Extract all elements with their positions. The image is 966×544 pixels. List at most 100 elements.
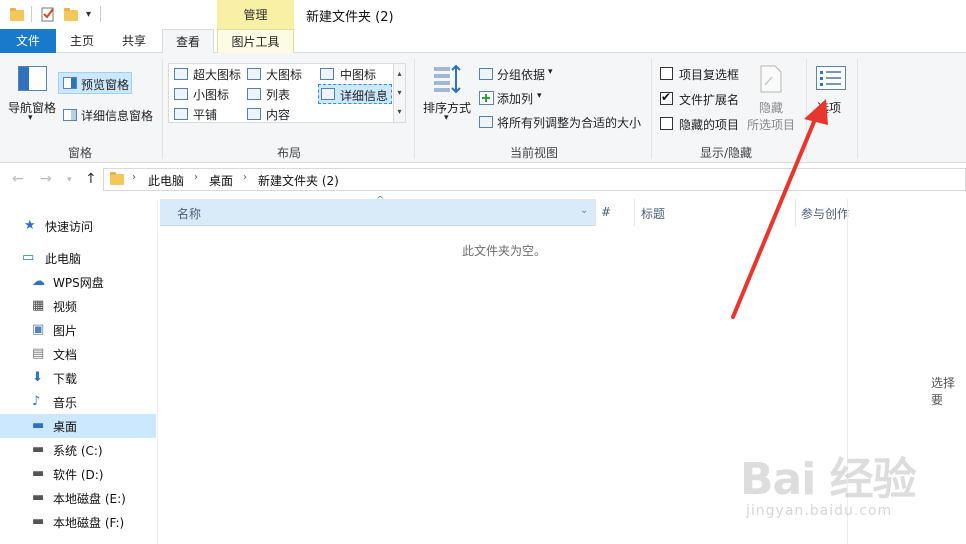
group-label-layout: 布局 xyxy=(277,146,302,160)
navigation-pane-button[interactable]: 导航窗格 ▾ xyxy=(4,61,56,133)
nav-item-label: 文档 xyxy=(53,348,78,362)
chevron-down-icon: ▾ xyxy=(537,91,542,101)
chevron-down-icon: ▾ xyxy=(28,113,33,123)
layout-large-label: 大图标 xyxy=(266,68,303,82)
details-pane-button[interactable]: 详细信息窗格 xyxy=(60,105,156,125)
chevron-right-icon[interactable]: › xyxy=(132,172,136,183)
forward-arrow-icon[interactable]: → xyxy=(40,171,52,187)
breadcrumb-current-folder[interactable]: 新建文件夹 (2) xyxy=(258,172,339,189)
size-all-columns-button[interactable]: 将所有列调整为合适的大小 xyxy=(478,113,646,131)
layout-tiles[interactable]: 平铺 xyxy=(172,105,244,123)
item-checkboxes-checkbox[interactable] xyxy=(660,67,673,80)
tiles-icon xyxy=(174,108,188,120)
divider xyxy=(634,199,635,226)
cloud-icon: ☁ xyxy=(32,274,45,289)
preview-pane-button[interactable]: 预览窗格 xyxy=(58,72,132,94)
layout-list-label: 列表 xyxy=(266,88,291,102)
chevron-right-icon[interactable]: › xyxy=(243,172,247,183)
layout-extra-large-icons[interactable]: 超大图标 xyxy=(172,65,244,83)
watermark-logo: Bai 经验 xyxy=(740,454,917,505)
drive-icon: ▬ xyxy=(32,490,45,505)
breadcrumb-this-pc[interactable]: 此电脑 xyxy=(148,172,184,189)
properties-icon[interactable] xyxy=(41,6,55,22)
divider xyxy=(414,59,415,159)
nav-item[interactable]: ▬ 本地磁盘 (E:) xyxy=(0,486,156,510)
large-icons-icon xyxy=(247,68,261,80)
layout-list[interactable]: 列表 xyxy=(245,85,317,103)
group-by-label: 分组依据 xyxy=(497,68,546,82)
back-arrow-icon[interactable]: ← xyxy=(12,171,24,187)
video-icon: ▦ xyxy=(32,298,45,313)
red-annotation-arrow xyxy=(731,99,828,319)
nav-item[interactable]: ▭ 此电脑 xyxy=(0,246,156,270)
layout-small-label: 小图标 xyxy=(193,88,230,102)
nav-item[interactable]: ▬ 系统 (C:) xyxy=(0,438,156,462)
group-by-icon xyxy=(479,68,493,80)
column-header-title[interactable]: 标题 xyxy=(641,205,665,222)
tab-share[interactable]: 共享 xyxy=(112,29,156,53)
computer-icon: ▭ xyxy=(22,250,35,265)
nav-item-label: 系统 (C:) xyxy=(53,444,103,458)
layout-extra-large-label: 超大图标 xyxy=(193,68,242,82)
up-arrow-icon[interactable]: ↑ xyxy=(85,171,97,187)
chevron-right-icon[interactable]: › xyxy=(194,172,198,183)
sort-ascending-icon: ^ xyxy=(376,195,385,206)
nav-item[interactable]: ⬇ 下载 xyxy=(0,366,156,390)
nav-item-label: 音乐 xyxy=(53,396,78,410)
tab-picture-tools[interactable]: 图片工具 xyxy=(217,29,294,53)
file-extensions-checkbox[interactable] xyxy=(660,90,673,105)
document-icon: ▤ xyxy=(32,346,45,361)
breadcrumb-desktop[interactable]: 桌面 xyxy=(209,172,233,189)
nav-item[interactable]: ▦ 视频 xyxy=(0,294,156,318)
nav-item[interactable]: ▬ 桌面 xyxy=(0,414,156,438)
customize-quick-access-icon[interactable]: ▾ xyxy=(86,9,91,20)
preview-pane-label: 预览窗格 xyxy=(81,78,130,92)
nav-item[interactable]: ☁ WPS网盘 xyxy=(0,270,156,294)
hide-selected-icon xyxy=(760,65,782,93)
tab-file[interactable]: 文件 xyxy=(0,29,56,53)
nav-item-label: 本地磁盘 (E:) xyxy=(53,492,126,506)
preview-pane-icon xyxy=(63,77,77,89)
layout-details[interactable]: 详细信息 xyxy=(318,84,392,104)
layout-content-label: 内容 xyxy=(266,108,291,122)
group-label-current-view: 当前视图 xyxy=(510,146,559,160)
column-header-number[interactable]: # xyxy=(601,205,611,219)
nav-item-label: 本地磁盘 (F:) xyxy=(53,516,125,530)
new-folder-icon[interactable] xyxy=(64,6,78,22)
nav-item[interactable]: ★ 快速访问 xyxy=(0,214,156,238)
tab-view[interactable]: 查看 xyxy=(162,29,214,54)
nav-item-label: WPS网盘 xyxy=(53,276,104,290)
layout-tiles-label: 平铺 xyxy=(193,108,218,122)
nav-item[interactable]: ▬ 软件 (D:) xyxy=(0,462,156,486)
nav-item[interactable]: ▣ 图片 xyxy=(0,318,156,342)
group-by-button[interactable]: 分组依据 ▾ xyxy=(478,65,560,83)
tab-home[interactable]: 主页 xyxy=(60,29,104,53)
divider xyxy=(162,59,163,159)
chevron-down-icon[interactable]: ⌄ xyxy=(580,205,588,216)
folder-icon[interactable] xyxy=(10,6,24,22)
tab-manage-context[interactable]: 管理 xyxy=(217,0,294,29)
divider xyxy=(595,199,596,226)
layout-small-icons[interactable]: 小图标 xyxy=(172,85,244,103)
layout-content[interactable]: 内容 xyxy=(245,105,317,123)
watermark-url: jingyan.baidu.com xyxy=(746,503,893,519)
divider xyxy=(651,59,652,159)
sort-by-button[interactable]: 排序方式 ▾ xyxy=(420,61,474,133)
hidden-items-checkbox[interactable] xyxy=(660,117,673,130)
layout-medium-icons[interactable]: 中图标 xyxy=(318,65,392,83)
nav-item[interactable]: ▤ 文档 xyxy=(0,342,156,366)
empty-folder-message: 此文件夹为空。 xyxy=(462,244,547,258)
sort-icon xyxy=(434,64,461,94)
nav-item-label: 桌面 xyxy=(53,420,78,434)
nav-item-label: 软件 (D:) xyxy=(53,468,104,482)
layout-large-icons[interactable]: 大图标 xyxy=(245,65,317,83)
download-icon: ⬇ xyxy=(32,370,43,385)
recent-locations-icon[interactable]: ▾ xyxy=(67,175,72,185)
column-header-name-label: 名称 xyxy=(177,207,202,221)
layout-gallery-scroll[interactable]: ▴ ▾ ▾ xyxy=(394,63,406,123)
add-columns-button[interactable]: 添加列 ▾ xyxy=(478,89,550,107)
nav-item[interactable]: ♪ 音乐 xyxy=(0,390,156,414)
item-checkboxes-toggle[interactable]: 项目复选框 xyxy=(658,65,748,83)
drive-icon: ▬ xyxy=(32,442,45,457)
nav-item[interactable]: ▬ 本地磁盘 (F:) xyxy=(0,510,156,534)
